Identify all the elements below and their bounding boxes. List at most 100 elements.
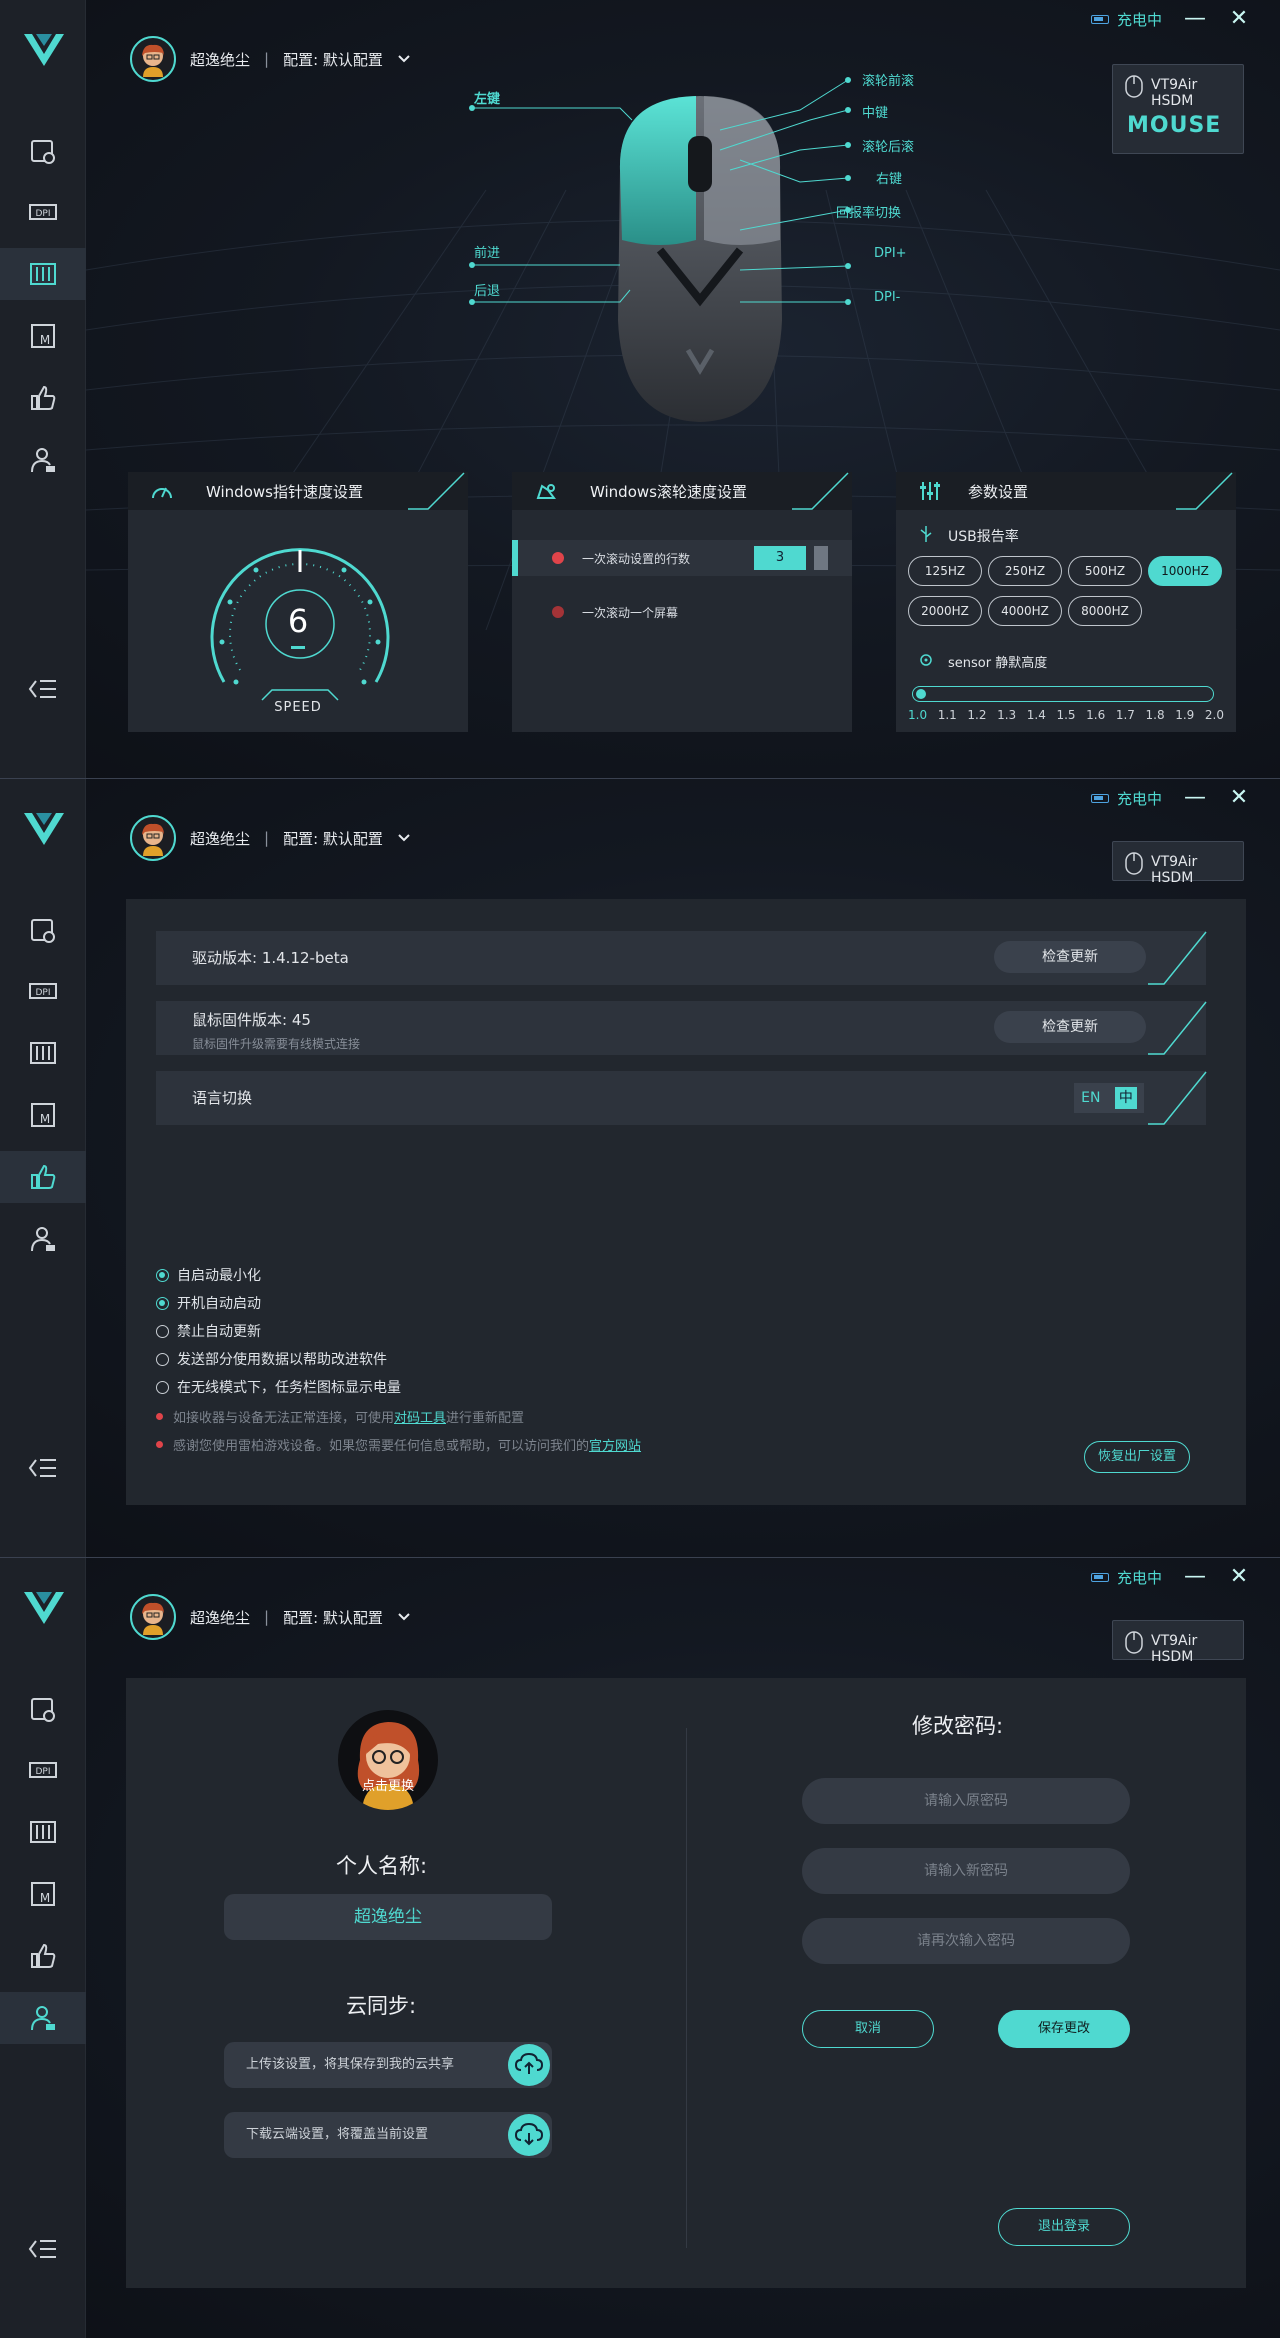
- check-driver-update-button[interactable]: 检查更新: [994, 941, 1146, 973]
- config-selector[interactable]: 配置: 默认配置: [283, 49, 383, 70]
- callout-scroll-forward[interactable]: 滚轮前滚: [862, 70, 914, 89]
- nav-equalizer[interactable]: [0, 1027, 86, 1079]
- config-selector[interactable]: 配置: 默认配置: [283, 1607, 383, 1628]
- stepper-arrows[interactable]: [814, 546, 828, 570]
- callout-dpi-down[interactable]: DPI-: [874, 290, 900, 305]
- radio[interactable]: [156, 1268, 169, 1282]
- nav-user[interactable]: [0, 434, 86, 486]
- callout-dpi-up[interactable]: DPI+: [874, 246, 907, 261]
- note-dot: [156, 1441, 163, 1448]
- rate-1000hz[interactable]: 1000HZ: [1148, 556, 1222, 586]
- brand-logo-icon: [24, 813, 64, 845]
- separator: |: [264, 829, 270, 847]
- callout-forward[interactable]: 前进: [474, 242, 500, 261]
- callout-middle-click[interactable]: 中键: [862, 102, 888, 121]
- scroll-lines-option[interactable]: 一次滚动设置的行数 3: [512, 540, 852, 576]
- scroll-lines-input[interactable]: 3: [754, 546, 806, 570]
- avatar[interactable]: [130, 1594, 176, 1640]
- rate-4000hz[interactable]: 4000HZ: [988, 596, 1062, 626]
- cancel-button[interactable]: 取消: [802, 2010, 934, 2048]
- window-controls: 充电中 — ✕: [1090, 1566, 1250, 1588]
- close-button[interactable]: ✕: [1228, 1566, 1250, 1588]
- rate-2000hz[interactable]: 2000HZ: [908, 596, 982, 626]
- close-button[interactable]: ✕: [1228, 787, 1250, 809]
- nav-equalizer[interactable]: [0, 1806, 86, 1858]
- pairing-tool-link[interactable]: 对码工具: [394, 1411, 446, 1426]
- option-send-usage-data[interactable]: 发送部分使用数据以帮助改进软件: [156, 1349, 387, 1369]
- nav-macro[interactable]: M: [0, 1868, 86, 1920]
- collapse-icon[interactable]: [28, 676, 58, 702]
- macro-icon: M: [31, 1103, 55, 1127]
- radio[interactable]: [156, 1296, 169, 1310]
- device-card[interactable]: VT9Air HSDM: [1112, 841, 1244, 886]
- device-card[interactable]: VT9Air HSDM: [1112, 1620, 1244, 1665]
- collapse-icon[interactable]: [28, 2236, 58, 2262]
- nav-dpi[interactable]: DPI: [0, 1744, 86, 1796]
- device-card[interactable]: VT9Air HSDM MOUSE: [1112, 64, 1244, 154]
- save-changes-button[interactable]: 保存更改: [998, 2010, 1130, 2048]
- new-password-input[interactable]: 请输入新密码: [802, 1848, 1130, 1894]
- window-controls: 充电中 — ✕: [1090, 8, 1250, 30]
- radio[interactable]: [156, 1380, 169, 1394]
- option-tray-battery[interactable]: 在无线模式下，任务栏图标显示电量: [156, 1377, 401, 1397]
- chevron-down-icon[interactable]: [397, 833, 411, 843]
- lang-en[interactable]: EN: [1081, 1090, 1100, 1106]
- sidebar: DPI M: [0, 0, 86, 778]
- rate-125hz[interactable]: 125HZ: [908, 556, 982, 586]
- radio[interactable]: [156, 1324, 169, 1338]
- nav-mouse-settings[interactable]: [0, 905, 86, 957]
- callout-back[interactable]: 后退: [474, 280, 500, 299]
- callout-left-click[interactable]: 左键: [474, 88, 500, 107]
- callout-right-click[interactable]: 右键: [876, 168, 902, 187]
- nav-macro[interactable]: M: [0, 310, 86, 362]
- callout-polling-switch[interactable]: 回报率切换: [836, 202, 901, 221]
- option-launch-on-boot[interactable]: 开机自动启动: [156, 1293, 261, 1313]
- radio[interactable]: [156, 1352, 169, 1366]
- language-toggle[interactable]: EN 中: [1074, 1083, 1144, 1113]
- slider-knob[interactable]: [916, 689, 926, 699]
- callout-scroll-back[interactable]: 滚轮后滚: [862, 136, 914, 155]
- lod-slider[interactable]: [912, 686, 1214, 702]
- nav-dpi[interactable]: DPI: [0, 965, 86, 1017]
- nav-macro[interactable]: M: [0, 1089, 86, 1141]
- confirm-password-input[interactable]: 请再次输入密码: [802, 1918, 1130, 1964]
- logout-button[interactable]: 退出登录: [998, 2208, 1130, 2246]
- avatar[interactable]: [130, 36, 176, 82]
- minimize-button[interactable]: —: [1184, 8, 1206, 30]
- nav-thumbs-up[interactable]: [0, 1930, 86, 1982]
- nav-user[interactable]: [0, 1992, 86, 2044]
- option-autostart-minimized[interactable]: 自启动最小化: [156, 1265, 261, 1285]
- check-firmware-update-button[interactable]: 检查更新: [994, 1011, 1146, 1043]
- chevron-down-icon[interactable]: [397, 54, 411, 64]
- rate-8000hz[interactable]: 8000HZ: [1068, 596, 1142, 626]
- option-disable-auto-update[interactable]: 禁止自动更新: [156, 1321, 261, 1341]
- upload-button[interactable]: [508, 2044, 550, 2086]
- download-button[interactable]: [508, 2114, 550, 2156]
- close-button[interactable]: ✕: [1228, 8, 1250, 30]
- config-selector[interactable]: 配置: 默认配置: [283, 828, 383, 849]
- scroll-screen-option[interactable]: 一次滚动一个屏幕: [512, 594, 852, 630]
- chevron-down-icon[interactable]: [397, 1612, 411, 1622]
- nav-mouse-settings[interactable]: [0, 1684, 86, 1736]
- window-controls: 充电中 — ✕: [1090, 787, 1250, 809]
- minimize-button[interactable]: —: [1184, 1566, 1206, 1588]
- minimize-button[interactable]: —: [1184, 787, 1206, 809]
- official-site-link[interactable]: 官方网站: [589, 1439, 641, 1454]
- factory-reset-button[interactable]: 恢复出厂设置: [1084, 1441, 1190, 1473]
- nav-dpi[interactable]: DPI: [0, 186, 86, 238]
- avatar[interactable]: [130, 815, 176, 861]
- lang-zh[interactable]: 中: [1114, 1087, 1137, 1109]
- rate-250hz[interactable]: 250HZ: [988, 556, 1062, 586]
- equalizer-icon: [30, 1042, 56, 1064]
- profile-name-field[interactable]: 超逸绝尘: [224, 1894, 552, 1940]
- rate-500hz[interactable]: 500HZ: [1068, 556, 1142, 586]
- profile-avatar[interactable]: 点击更换: [338, 1710, 438, 1810]
- collapse-icon[interactable]: [28, 1455, 58, 1481]
- old-password-input[interactable]: 请输入原密码: [802, 1778, 1130, 1824]
- nav-user[interactable]: [0, 1213, 86, 1265]
- nav-mouse-settings[interactable]: [0, 126, 86, 178]
- battery-icon: [1090, 1572, 1109, 1582]
- nav-equalizer[interactable]: [0, 248, 86, 300]
- nav-thumbs-up[interactable]: [0, 1151, 86, 1203]
- nav-thumbs-up[interactable]: [0, 372, 86, 424]
